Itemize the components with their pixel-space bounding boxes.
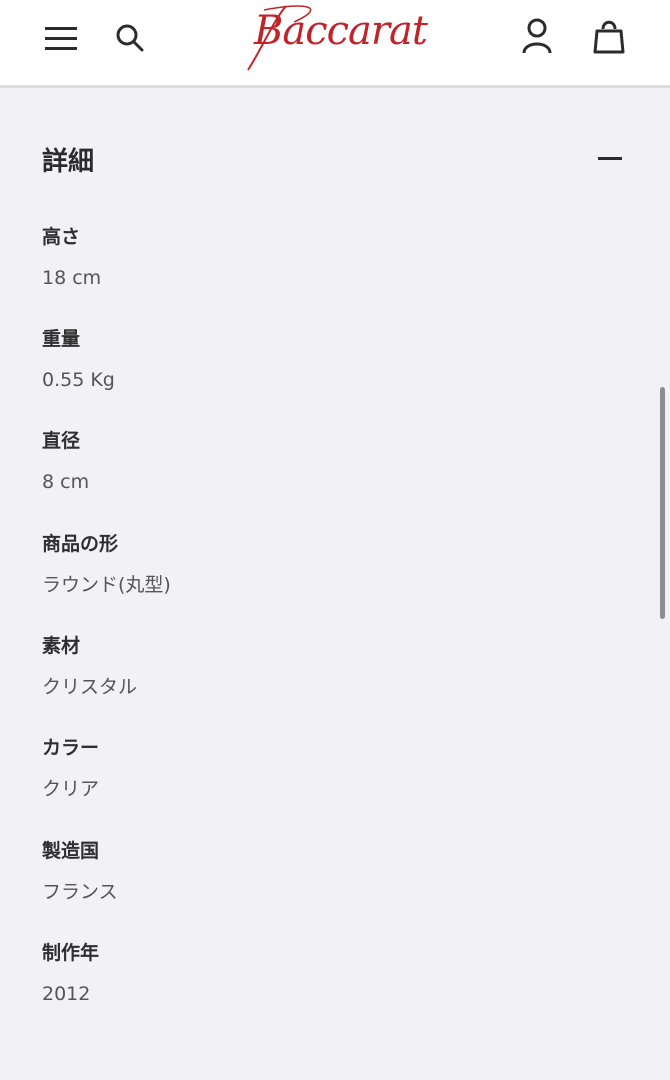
spec-label: 重量 xyxy=(42,328,81,350)
spec-value: 8 cm xyxy=(42,471,90,493)
spec-item: 商品の形 ラウンド(丸型) xyxy=(42,531,582,598)
spec-value: 0.55 Kg xyxy=(42,369,115,391)
spec-item: 重量 0.55 Kg xyxy=(42,326,582,393)
spec-item: カラー クリア xyxy=(42,735,582,802)
search-button[interactable] xyxy=(108,16,152,60)
scrollbar-thumb[interactable] xyxy=(660,387,665,619)
menu-icon xyxy=(45,27,77,50)
shopping-bag-icon xyxy=(593,20,625,54)
spec-value: フランス xyxy=(42,881,118,903)
spec-value: クリア xyxy=(42,778,100,800)
spec-label: 制作年 xyxy=(42,942,100,964)
spec-label: 商品の形 xyxy=(42,533,119,555)
spec-label: 直径 xyxy=(42,430,81,452)
account-icon xyxy=(522,18,552,54)
spec-item: 製造国 フランス xyxy=(42,838,582,905)
brand-logo[interactable]: Baccarat xyxy=(234,0,434,76)
spec-value: 2012 xyxy=(42,983,91,1005)
spec-item: 制作年 2012 xyxy=(42,940,582,1007)
section-title: 詳細 xyxy=(42,147,95,177)
cart-button[interactable] xyxy=(587,14,631,58)
spec-label: 製造国 xyxy=(42,840,100,862)
spec-value: ラウンド(丸型) xyxy=(42,574,171,596)
details-accordion-header[interactable]: 詳細 xyxy=(42,139,626,179)
menu-button[interactable] xyxy=(39,16,83,60)
spec-item: 直径 8 cm xyxy=(42,428,582,495)
site-header: Baccarat xyxy=(0,0,670,88)
spec-item: 高さ 18 cm xyxy=(42,224,582,291)
product-details-panel: 詳細 高さ 18 cm 重量 0.55 Kg 直径 8 cm 商品の形 ラウンド… xyxy=(0,91,670,1080)
brand-name: Baccarat xyxy=(254,8,428,54)
account-button[interactable] xyxy=(515,14,559,58)
spec-label: 高さ xyxy=(42,226,81,248)
spec-value: クリスタル xyxy=(42,676,138,698)
spec-item: 素材 クリスタル xyxy=(42,633,582,700)
collapse-minus-icon[interactable] xyxy=(598,157,622,160)
spec-label: 素材 xyxy=(42,635,81,657)
spec-label: カラー xyxy=(42,737,100,759)
search-icon xyxy=(116,24,144,52)
spec-value: 18 cm xyxy=(42,267,102,289)
